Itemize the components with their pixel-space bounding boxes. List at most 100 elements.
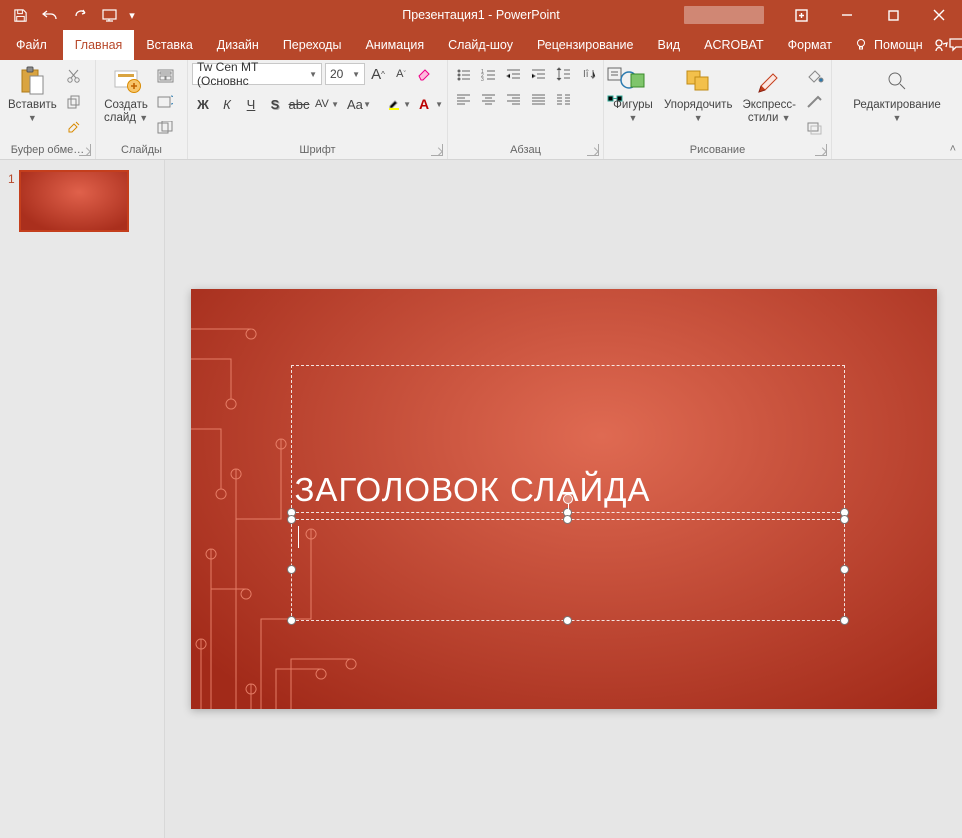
eraser-icon	[416, 66, 432, 82]
shape-effects-button[interactable]	[804, 117, 826, 139]
align-center-button[interactable]	[477, 88, 499, 110]
align-left-button[interactable]	[452, 88, 474, 110]
font-launcher[interactable]	[431, 144, 443, 156]
line-spacing-button[interactable]	[552, 63, 574, 85]
rotate-handle[interactable]	[563, 494, 573, 504]
resize-handle[interactable]	[840, 565, 849, 574]
indent-icon	[531, 68, 546, 81]
fill-icon	[806, 69, 824, 83]
lightbulb-icon	[854, 38, 868, 52]
ribbon: Вставить▼ Буфер обме… Создатьслайд ▼	[0, 60, 962, 160]
highlight-button[interactable]: ▼	[384, 93, 414, 115]
format-painter-button[interactable]	[63, 117, 85, 139]
quick-styles-button[interactable]: Экспресс-стили ▼	[738, 63, 800, 125]
increase-indent-button[interactable]	[527, 63, 549, 85]
new-slide-button[interactable]: Создатьслайд ▼	[100, 63, 152, 125]
align-right-button[interactable]	[502, 88, 524, 110]
editing-button[interactable]: Редактирование▼	[849, 63, 945, 125]
shape-outline-button[interactable]	[804, 91, 826, 113]
clipboard-launcher[interactable]	[79, 144, 91, 156]
tab-design[interactable]: Дизайн	[205, 30, 271, 60]
maximize-button[interactable]	[870, 0, 916, 30]
decrease-font-button[interactable]: Aˇ	[391, 63, 411, 85]
group-font: Tw Cen MT (Основнс▼ 20▼ A^ Aˇ Ж К Ч S ab…	[188, 60, 448, 159]
comments-button[interactable]	[949, 30, 962, 60]
arrange-icon	[682, 65, 714, 97]
text-shadow-button[interactable]: S	[264, 93, 286, 115]
layout-button[interactable]	[154, 65, 176, 87]
drawing-launcher[interactable]	[815, 144, 827, 156]
tab-transitions[interactable]: Переходы	[271, 30, 354, 60]
font-size-combo[interactable]: 20▼	[325, 63, 365, 85]
tab-view[interactable]: Вид	[645, 30, 692, 60]
font-color-button[interactable]: A▼	[416, 93, 446, 115]
undo-button[interactable]	[36, 1, 64, 29]
highlight-icon	[387, 97, 401, 111]
change-case-button[interactable]: Aa▼	[344, 93, 374, 115]
arrange-button[interactable]: Упорядочить▼	[660, 63, 736, 125]
tab-review[interactable]: Рецензирование	[525, 30, 646, 60]
resize-handle[interactable]	[287, 616, 296, 625]
tab-acrobat[interactable]: ACROBAT	[692, 30, 776, 60]
minimize-button[interactable]	[824, 0, 870, 30]
quickstyles-icon	[753, 65, 785, 97]
bullets-button[interactable]	[452, 63, 474, 85]
resize-handle[interactable]	[840, 515, 849, 524]
slide-thumbnails-pane[interactable]: 1	[0, 160, 165, 838]
numbering-button[interactable]: 123	[477, 63, 499, 85]
copy-button[interactable]	[63, 91, 85, 113]
paste-button[interactable]: Вставить▼	[4, 63, 61, 125]
char-spacing-button[interactable]: AV▼	[312, 93, 342, 115]
ribbon-display-options-button[interactable]	[778, 0, 824, 30]
tab-format[interactable]: Формат	[776, 30, 844, 60]
tab-file[interactable]: Файл	[0, 30, 63, 60]
slide-thumbnail-1[interactable]	[19, 170, 129, 232]
subtitle-placeholder-box[interactable]	[291, 519, 845, 621]
resize-handle[interactable]	[563, 515, 572, 524]
text-direction-button[interactable]: Iî	[577, 63, 599, 85]
clear-formatting-button[interactable]	[414, 63, 434, 85]
bold-button[interactable]: Ж	[192, 93, 214, 115]
qat-customize-button[interactable]: ▾	[126, 9, 138, 22]
columns-button[interactable]	[552, 88, 574, 110]
reset-button[interactable]	[154, 91, 176, 113]
slide-editor[interactable]: ЗАГОЛОВОК СЛАЙДА	[165, 160, 962, 838]
slide-canvas[interactable]: ЗАГОЛОВОК СЛАЙДА	[191, 289, 937, 709]
group-drawing: Фигуры▼ Упорядочить▼ Экспресс-стили ▼ Ри…	[604, 60, 832, 159]
tab-slideshow[interactable]: Слайд-шоу	[436, 30, 525, 60]
save-button[interactable]	[6, 1, 34, 29]
group-label-font: Шрифт	[192, 141, 443, 159]
tell-me-search[interactable]: Помощн	[844, 30, 933, 60]
justify-button[interactable]	[527, 88, 549, 110]
title-placeholder-box[interactable]	[291, 365, 845, 513]
resize-handle[interactable]	[563, 616, 572, 625]
tab-animations[interactable]: Анимация	[353, 30, 436, 60]
decrease-indent-button[interactable]	[502, 63, 524, 85]
strikethrough-button[interactable]: abc	[288, 93, 310, 115]
italic-button[interactable]: К	[216, 93, 238, 115]
paragraph-launcher[interactable]	[587, 144, 599, 156]
shape-fill-button[interactable]	[804, 65, 826, 87]
tell-me-label: Помощн	[874, 38, 923, 52]
resize-handle[interactable]	[287, 515, 296, 524]
cut-button[interactable]	[63, 65, 85, 87]
underline-button[interactable]: Ч	[240, 93, 262, 115]
slideshow-icon	[102, 8, 119, 22]
new-slide-icon	[110, 65, 142, 97]
resize-handle[interactable]	[287, 565, 296, 574]
collapse-ribbon-button[interactable]: ˄	[950, 143, 956, 155]
share-button[interactable]	[933, 30, 949, 60]
aligncenter-icon	[481, 93, 496, 106]
resize-handle[interactable]	[840, 616, 849, 625]
tab-home[interactable]: Главная	[63, 30, 135, 60]
section-button[interactable]	[154, 117, 176, 139]
font-name-combo[interactable]: Tw Cen MT (Основнс▼	[192, 63, 322, 85]
numbering-icon: 123	[481, 68, 496, 81]
shapes-button[interactable]: Фигуры▼	[608, 63, 658, 125]
close-button[interactable]	[916, 0, 962, 30]
tab-insert[interactable]: Вставка	[134, 30, 204, 60]
increase-font-button[interactable]: A^	[368, 63, 388, 85]
redo-button[interactable]	[66, 1, 94, 29]
account-area[interactable]	[684, 6, 764, 24]
start-from-beginning-button[interactable]	[96, 1, 124, 29]
